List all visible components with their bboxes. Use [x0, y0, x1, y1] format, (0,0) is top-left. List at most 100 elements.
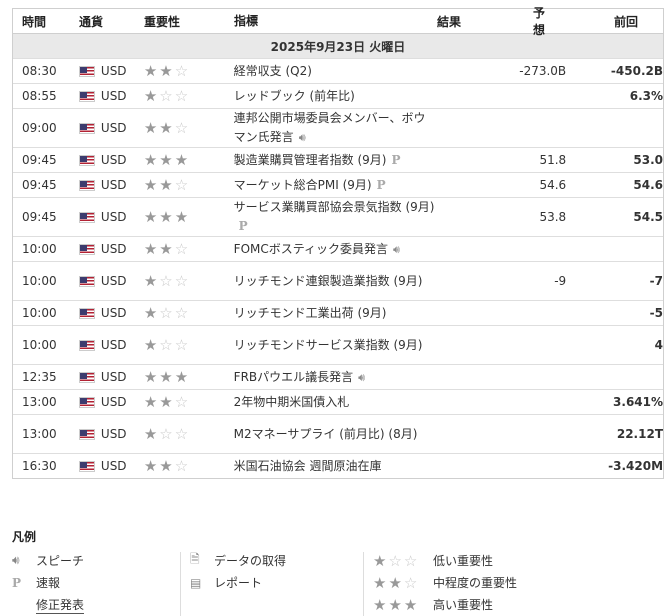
- table-row[interactable]: 09:45 USD ★ ★ ★ 製造業購買管理者指数 (9月) P 51.8 53.0: [13, 147, 663, 172]
- event-name[interactable]: 連邦公開市場委員会メンバー、ボウマン氏発言: [234, 111, 426, 144]
- row-previous: 4: [654, 338, 664, 352]
- currency-code: USD: [100, 306, 127, 320]
- event-name[interactable]: 経常収支 (Q2): [234, 64, 312, 78]
- header-event[interactable]: 指標: [233, 12, 437, 31]
- date-row: 2025年9月23日 火曜日: [13, 34, 663, 58]
- row-previous: -3.420M: [608, 459, 664, 473]
- table-row[interactable]: 09:00 USD ★ ★ ☆ 連邦公開市場委員会メンバー、ボウマン氏発言 🔊︎: [13, 108, 663, 147]
- row-currency: USD: [78, 370, 144, 384]
- empty-star-icon: ☆: [174, 336, 189, 354]
- importance-stars: ★ ★ ☆: [144, 393, 233, 411]
- header-currency[interactable]: 通貨: [79, 13, 144, 30]
- row-event[interactable]: レッドブック (前年比): [233, 87, 437, 106]
- event-name[interactable]: 米国石油協会 週間原油在庫: [234, 459, 382, 473]
- filled-star-icon: ★: [159, 151, 173, 169]
- row-event[interactable]: 製造業購買管理者指数 (9月) P: [233, 151, 437, 170]
- importance-stars: ★ ★ ☆: [143, 457, 233, 475]
- row-event[interactable]: サービス業購買部協会景気指数 (9月) P: [233, 198, 437, 236]
- table-row[interactable]: 10:00 USD ★ ☆ ☆ リッチモンド連銀製造業指数 (9月) -9 -7: [13, 261, 663, 300]
- row-event[interactable]: リッチモンド連銀製造業指数 (9月): [233, 272, 437, 291]
- event-name[interactable]: M2マネーサプライ (前月比) (8月): [234, 427, 418, 441]
- empty-star-icon: ☆: [159, 87, 173, 105]
- row-event[interactable]: M2マネーサプライ (前月比) (8月): [233, 425, 437, 444]
- filled-star-icon: ★: [143, 336, 158, 354]
- header-time[interactable]: 時間: [13, 13, 79, 30]
- empty-star-icon: ☆: [174, 87, 189, 105]
- table-row[interactable]: 08:30 USD ★ ★ ☆ 経常収支 (Q2) -273.0B -450.2B: [13, 58, 663, 83]
- row-event[interactable]: リッチモンドサービス業指数 (9月): [233, 336, 437, 355]
- row-time: 12:35: [22, 370, 57, 384]
- row-event[interactable]: FOMCボスティック委員発言 🔊︎: [233, 240, 437, 259]
- importance-stars: ★ ★ ☆: [144, 178, 233, 193]
- event-name[interactable]: サービス業購買部協会景気指数 (9月): [234, 200, 435, 214]
- event-name[interactable]: リッチモンドサービス業指数 (9月): [234, 338, 423, 352]
- empty-star-icon: ☆: [159, 425, 173, 443]
- filled-star-icon: ★: [174, 368, 189, 386]
- row-forecast: 51.8: [539, 153, 567, 167]
- header-forecast[interactable]: 予想: [533, 4, 553, 38]
- event-name[interactable]: レッドブック (前年比): [234, 89, 355, 103]
- filled-star-icon: ★: [159, 393, 173, 411]
- row-time: 10:00: [22, 274, 57, 288]
- table-row[interactable]: 09:45 USD ★ ★ ★ サービス業購買部協会景気指数 (9月)P 53.8 54.5: [13, 197, 663, 236]
- row-forecast: -9: [554, 274, 567, 288]
- importance-stars: ★ ★ ★: [144, 368, 233, 386]
- us-flag-icon: [78, 460, 95, 472]
- preliminary-icon: P: [238, 219, 248, 233]
- row-event[interactable]: リッチモンド工業出荷 (9月): [233, 304, 437, 323]
- table-row[interactable]: 10:00 USD ★ ★ ☆ FOMCボスティック委員発言 🔊︎: [13, 236, 663, 261]
- filled-star-icon: ★: [143, 457, 158, 475]
- preliminary-icon: P: [391, 152, 401, 167]
- header-importance[interactable]: 重要性: [144, 13, 233, 30]
- empty-star-icon: ☆: [174, 240, 189, 258]
- table-row[interactable]: 10:00 USD ★ ☆ ☆ リッチモンド工業出荷 (9月) -5: [13, 300, 663, 325]
- table-row[interactable]: 10:00 USD ★ ☆ ☆ リッチモンドサービス業指数 (9月) 4: [13, 325, 663, 364]
- row-currency: USD: [78, 178, 144, 192]
- importance-stars: ★ ☆ ☆: [144, 306, 233, 321]
- row-currency: USD: [78, 459, 144, 473]
- row-forecast: 53.8: [539, 210, 567, 224]
- row-event[interactable]: 経常収支 (Q2): [233, 62, 437, 81]
- event-name[interactable]: FRBパウエル議長発言: [234, 370, 353, 384]
- event-name[interactable]: 製造業購買管理者指数 (9月): [234, 153, 387, 167]
- table-row[interactable]: 16:30 USD ★ ★ ☆ 米国石油協会 週間原油在庫 -3.420M: [13, 453, 663, 478]
- event-name[interactable]: リッチモンド連銀製造業指数 (9月): [234, 274, 423, 288]
- row-event[interactable]: FRBパウエル議長発言 🔊︎: [233, 368, 437, 387]
- legend-column-importance: ★ ☆ ☆ 低い重要性 ★ ★ ☆ 中程度の重要性 ★ ★ ★ 高い重要性: [363, 552, 517, 616]
- speaker-icon: 🔊︎: [393, 242, 400, 256]
- row-event[interactable]: 連邦公開市場委員会メンバー、ボウマン氏発言 🔊︎: [233, 109, 437, 147]
- event-name[interactable]: FOMCボスティック委員発言: [234, 242, 388, 256]
- table-row[interactable]: 08:55 USD ★ ☆ ☆ レッドブック (前年比) 6.3%: [13, 83, 663, 108]
- row-currency: USD: [78, 338, 144, 352]
- preliminary-icon: P: [376, 177, 386, 192]
- row-event[interactable]: 2年物中期米国債入札: [233, 393, 437, 412]
- row-event[interactable]: マーケット総合PMI (9月) P: [233, 176, 437, 195]
- empty-star-icon: ☆: [174, 272, 189, 290]
- table-header: 時間 通貨 重要性 指標 結果 予想 前回: [13, 6, 663, 37]
- event-name[interactable]: リッチモンド工業出荷 (9月): [234, 306, 387, 320]
- currency-code: USD: [100, 242, 127, 256]
- event-name[interactable]: マーケット総合PMI (9月): [234, 178, 372, 192]
- table-row[interactable]: 09:45 USD ★ ★ ☆ マーケット総合PMI (9月) P 54.6 54.6: [13, 172, 663, 197]
- header-actual[interactable]: 結果: [437, 13, 533, 30]
- row-time: 09:45: [22, 210, 57, 224]
- filled-star-icon: ★: [143, 240, 158, 258]
- row-forecast: 54.6: [539, 178, 567, 192]
- table-row[interactable]: 13:00 USD ★ ★ ☆ 2年物中期米国債入札 3.641%: [13, 389, 663, 414]
- table-row[interactable]: 12:35 USD ★ ★ ★ FRBパウエル議長発言 🔊︎: [13, 364, 663, 389]
- row-previous: 6.3%: [629, 89, 664, 103]
- header-previous[interactable]: 前回: [553, 13, 638, 30]
- row-event[interactable]: 米国石油協会 週間原油在庫: [233, 457, 437, 476]
- row-previous: 54.6: [633, 178, 664, 192]
- preliminary-icon: P: [12, 575, 22, 590]
- importance-stars: ★ ★ ★: [144, 151, 233, 169]
- legend-column-sources: 🗎︎ データの取得 ▤ レポート: [180, 552, 363, 616]
- data-fetch-icon: 🗎︎: [190, 552, 200, 566]
- filled-star-icon: ★: [174, 151, 189, 169]
- speaker-icon: 🔊︎: [12, 553, 20, 567]
- event-name[interactable]: 2年物中期米国債入札: [234, 395, 350, 409]
- table-row[interactable]: 13:00 USD ★ ☆ ☆ M2マネーサプライ (前月比) (8月) 22.12T: [13, 414, 663, 453]
- currency-code: USD: [100, 89, 127, 103]
- medium-importance-stars: ★ ★ ☆: [373, 573, 418, 592]
- us-flag-icon: [78, 275, 95, 287]
